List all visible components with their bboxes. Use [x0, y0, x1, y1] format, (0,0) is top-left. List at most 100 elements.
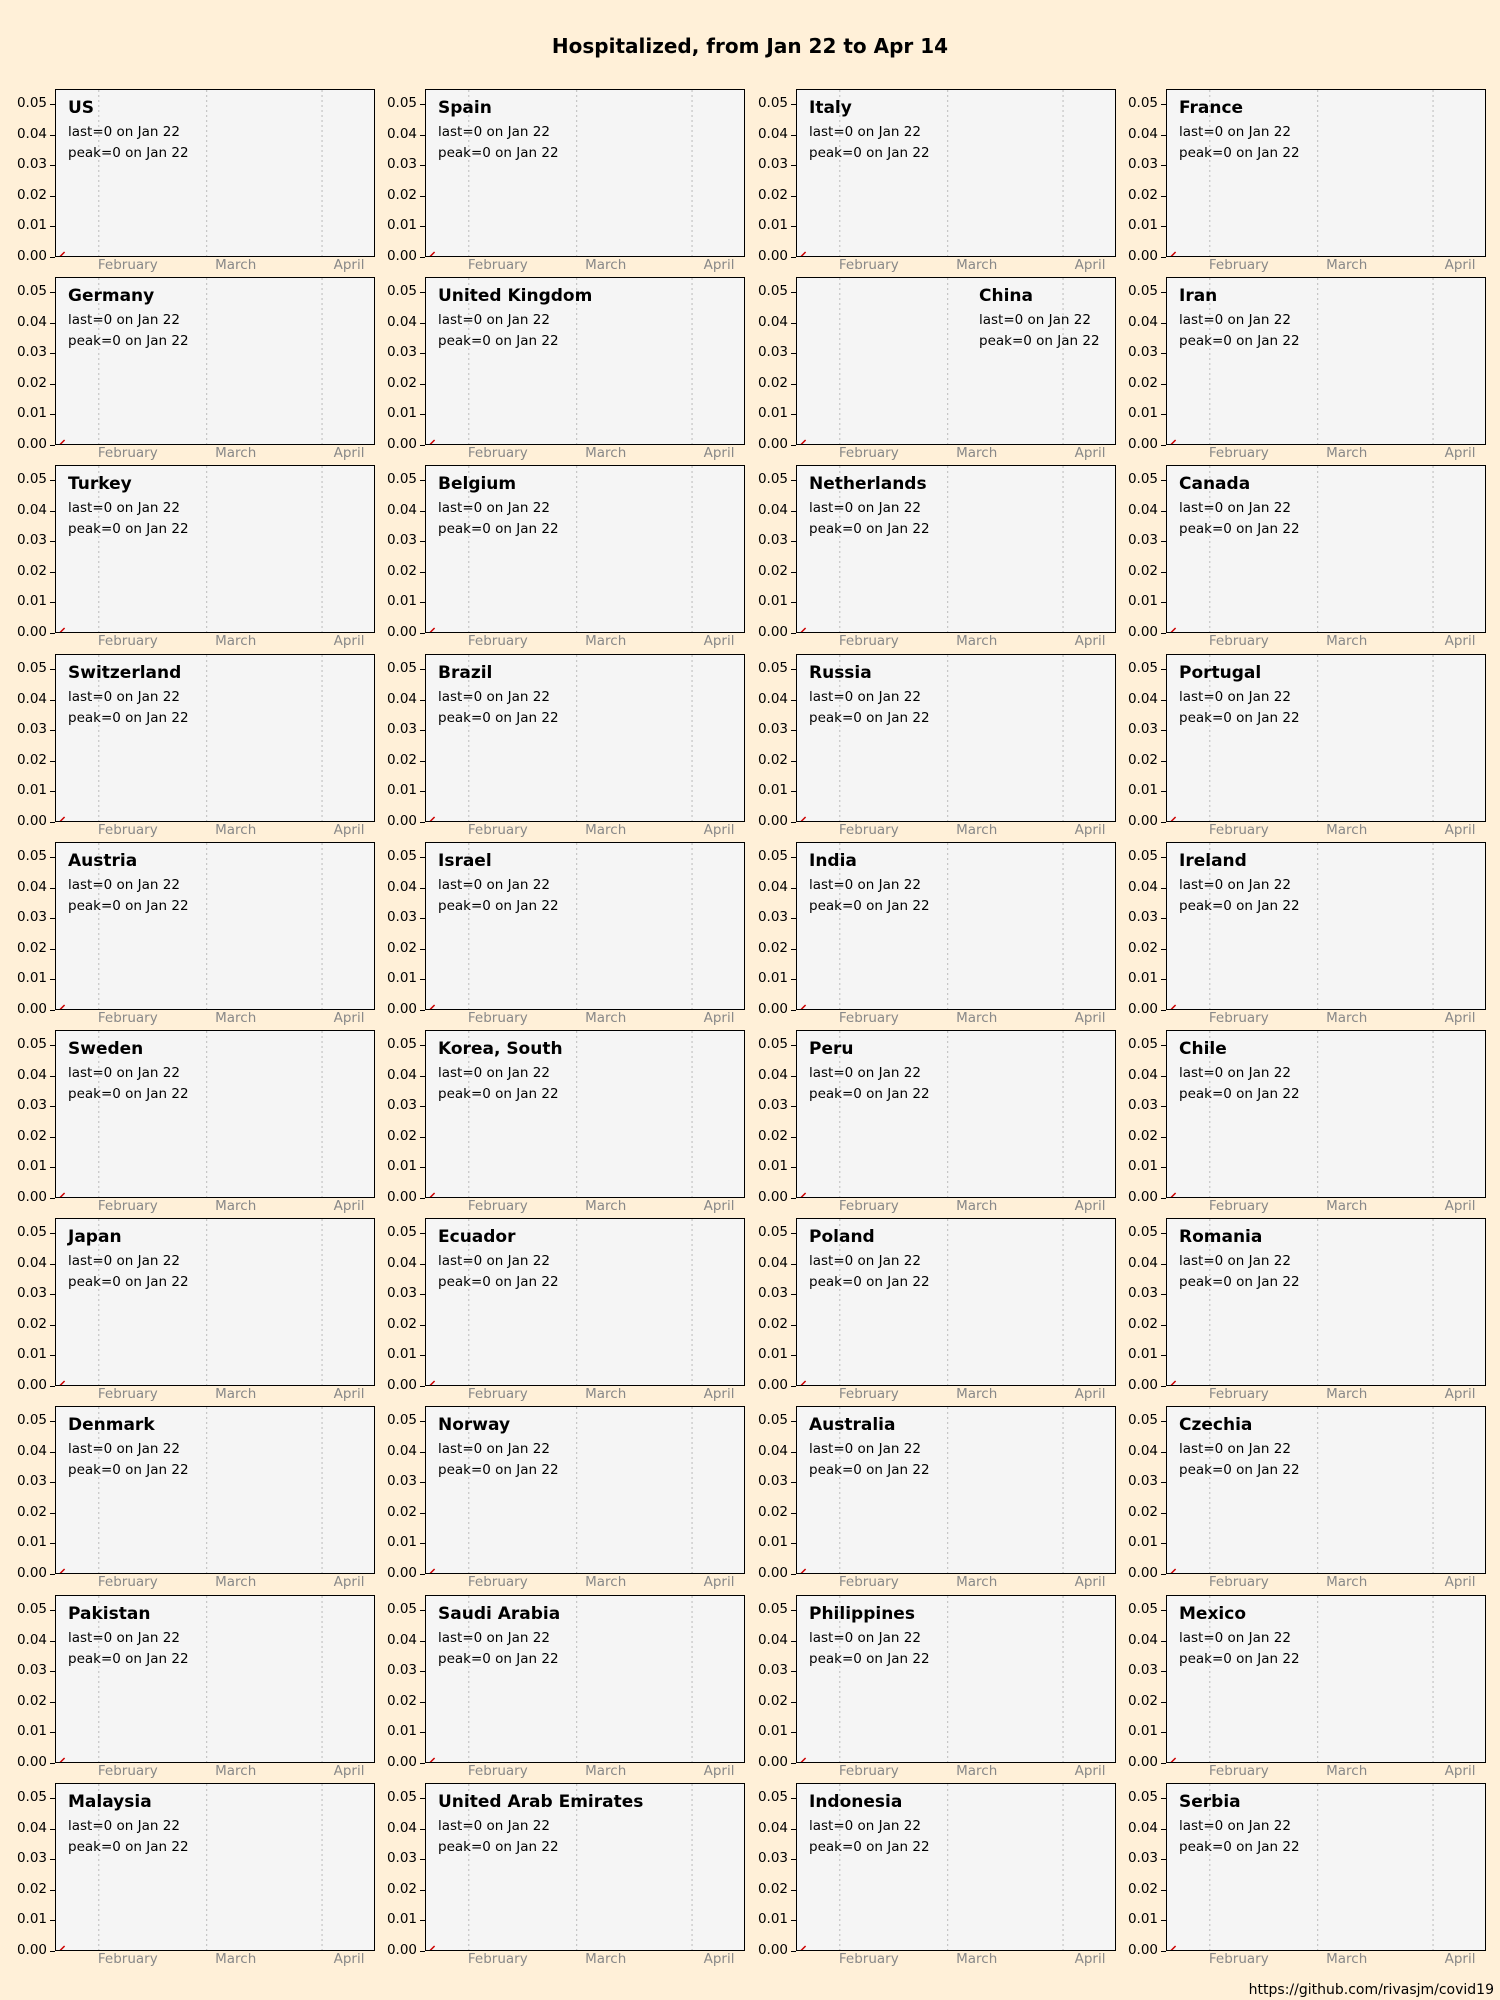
start-marker — [59, 1945, 66, 1950]
x-tick-label: March — [956, 633, 998, 649]
plot-area: Norway last=0 on Jan 22 peak=0 on Jan 22 — [425, 1406, 745, 1574]
y-tick-mark — [1161, 822, 1166, 823]
y-tick-label: 0.03 — [757, 1285, 788, 1302]
x-tick-label: March — [215, 633, 257, 649]
peak-value-label: peak=0 on Jan 22 — [68, 1839, 189, 1855]
last-value-label: last=0 on Jan 22 — [809, 124, 921, 140]
y-tick-label: 0.04 — [1127, 501, 1158, 518]
y-tick-label: 0.05 — [16, 1601, 47, 1618]
y-tick-label: 0.01 — [757, 1346, 788, 1363]
y-tick-label: 0.01 — [757, 782, 788, 799]
y-tick-label: 0.02 — [1127, 751, 1158, 768]
y-tick-label: 0.03 — [1127, 1473, 1158, 1490]
y-tick-label: 0.02 — [16, 1127, 47, 1144]
plot-area: Czechia last=0 on Jan 22 peak=0 on Jan 22 — [1166, 1406, 1486, 1574]
x-tick-label: March — [585, 1763, 627, 1779]
y-tick-mark — [791, 1574, 796, 1575]
start-marker — [429, 627, 436, 632]
y-tick-label: 0.02 — [1127, 562, 1158, 579]
chart-panel: 0.00 0.01 0.02 0.03 0.04 0.05 Russia last=0 on … — [758, 654, 1116, 846]
y-tick-label: 0.04 — [16, 313, 47, 330]
y-tick-label: 0.05 — [16, 1412, 47, 1429]
y-tick-label: 0.04 — [16, 1066, 47, 1083]
y-tick-label: 0.02 — [16, 1880, 47, 1897]
x-tick-label: February — [1208, 1763, 1269, 1779]
y-tick-label: 0.00 — [386, 813, 417, 829]
y-tick-label: 0.03 — [757, 532, 788, 549]
y-tick-label: 0.03 — [757, 156, 788, 173]
y-tick-mark — [50, 1574, 55, 1575]
peak-value-label: peak=0 on Jan 22 — [979, 333, 1100, 349]
y-tick-label: 0.02 — [757, 1880, 788, 1897]
y-tick-label: 0.00 — [757, 1942, 788, 1958]
last-value-label: last=0 on Jan 22 — [438, 877, 550, 893]
y-tick-label: 0.00 — [757, 1189, 788, 1205]
y-tick-label: 0.02 — [1127, 1880, 1158, 1897]
x-tick-label: February — [838, 1010, 899, 1026]
y-tick-mark — [791, 1198, 796, 1199]
peak-value-label: peak=0 on Jan 22 — [809, 1839, 930, 1855]
start-marker — [1170, 439, 1177, 444]
plot-area: India last=0 on Jan 22 peak=0 on Jan 22 — [796, 842, 1116, 1010]
x-tick-label: March — [956, 1198, 998, 1214]
x-tick-label: April — [703, 1951, 735, 1967]
peak-value-label: peak=0 on Jan 22 — [1179, 333, 1300, 349]
chart-panel: 0.00 0.01 0.02 0.03 0.04 0.05 Pakistan last=0 o… — [17, 1595, 375, 1787]
chart-panel: 0.00 0.01 0.02 0.03 0.04 0.05 Netherlands last=… — [758, 465, 1116, 657]
plot-area: Switzerland last=0 on Jan 22 peak=0 on Jan… — [55, 654, 375, 822]
last-value-label: last=0 on Jan 22 — [438, 1065, 550, 1081]
peak-value-label: peak=0 on Jan 22 — [1179, 1462, 1300, 1478]
plot-svg — [59, 90, 323, 256]
x-tick-label: March — [1326, 633, 1368, 649]
chart-panel: 0.00 0.01 0.02 0.03 0.04 0.05 Sweden last=0 on … — [17, 1030, 375, 1222]
peak-value-label: peak=0 on Jan 22 — [68, 145, 189, 161]
y-tick-label: 0.04 — [1127, 1631, 1158, 1648]
x-tick-label: April — [703, 1574, 735, 1590]
y-tick-label: 0.01 — [757, 1723, 788, 1740]
source-link[interactable]: https://github.com/rivasjm/covid19 — [1249, 1982, 1494, 1998]
y-tick-label: 0.05 — [1127, 1224, 1158, 1241]
y-tick-mark — [1161, 1574, 1166, 1575]
y-tick-label: 0.02 — [757, 1127, 788, 1144]
y-tick-label: 0.05 — [386, 1789, 417, 1806]
country-title: Canada — [1179, 474, 1251, 494]
peak-value-label: peak=0 on Jan 22 — [1179, 1839, 1300, 1855]
plot-area: Iran last=0 on Jan 22 peak=0 on Jan 22 — [1166, 277, 1486, 445]
last-value-label: last=0 on Jan 22 — [809, 500, 921, 516]
chart-panel: 0.00 0.01 0.02 0.03 0.04 0.05 Indonesia last=0 … — [758, 1783, 1116, 1975]
country-title: Serbia — [1179, 1792, 1241, 1812]
y-tick-mark — [791, 257, 796, 258]
peak-value-label: peak=0 on Jan 22 — [1179, 710, 1300, 726]
y-tick-label: 0.02 — [757, 562, 788, 579]
x-tick-label: April — [1444, 257, 1476, 273]
x-tick-label: February — [838, 633, 899, 649]
x-tick-label: February — [467, 1386, 528, 1402]
y-tick-label: 0.02 — [1127, 1692, 1158, 1709]
y-tick-label: 0.05 — [16, 1789, 47, 1806]
start-marker — [59, 251, 66, 256]
y-tick-label: 0.01 — [16, 1346, 47, 1363]
last-value-label: last=0 on Jan 22 — [68, 689, 180, 705]
x-tick-label: February — [467, 257, 528, 273]
chart-panel: 0.00 0.01 0.02 0.03 0.04 0.05 Saudi Arabia last… — [387, 1595, 745, 1787]
y-tick-label: 0.05 — [1127, 283, 1158, 300]
y-tick-label: 0.01 — [386, 1723, 417, 1740]
peak-value-label: peak=0 on Jan 22 — [438, 1274, 559, 1290]
y-tick-label: 0.03 — [1127, 1097, 1158, 1114]
y-tick-label: 0.01 — [1127, 405, 1158, 422]
y-tick-label: 0.00 — [1127, 624, 1158, 640]
y-tick-label: 0.05 — [16, 1036, 47, 1053]
country-title: France — [1179, 98, 1244, 118]
plot-area: Korea, South last=0 on Jan 22 peak=0 on Ja… — [425, 1030, 745, 1198]
y-tick-label: 0.04 — [16, 1442, 47, 1459]
last-value-label: last=0 on Jan 22 — [68, 877, 180, 893]
x-tick-label: March — [1326, 1574, 1368, 1590]
last-value-label: last=0 on Jan 22 — [1179, 689, 1291, 705]
last-value-label: last=0 on Jan 22 — [1179, 500, 1291, 516]
y-tick-label: 0.01 — [386, 593, 417, 610]
y-tick-label: 0.05 — [16, 283, 47, 300]
y-tick-label: 0.01 — [757, 405, 788, 422]
x-tick-label: March — [956, 445, 998, 461]
peak-value-label: peak=0 on Jan 22 — [809, 1086, 930, 1102]
x-tick-label: April — [1074, 1198, 1106, 1214]
